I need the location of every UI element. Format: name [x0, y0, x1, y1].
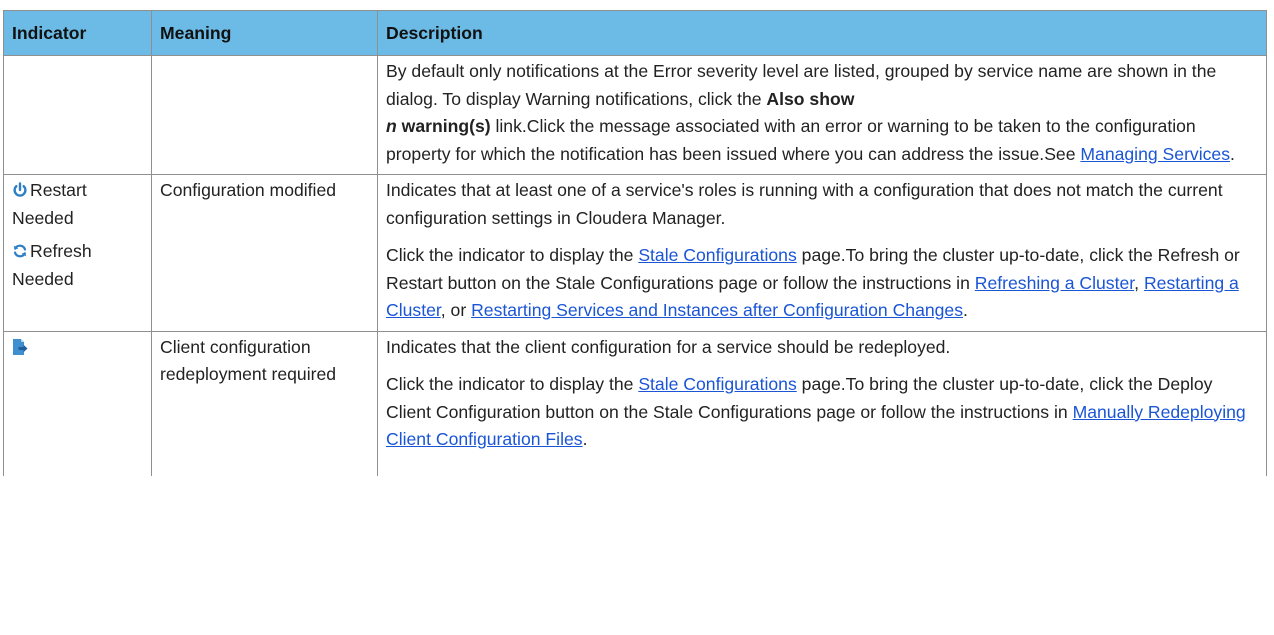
row2-p2-sep1: , [1134, 272, 1144, 293]
table-header-row: Indicator Meaning Description [3, 10, 1267, 56]
row3-indicator-cell [3, 330, 152, 476]
header-indicator: Indicator [3, 10, 152, 56]
row1-description: By default only notifications at the Err… [386, 58, 1258, 168]
row3-description-p1: Indicates that the client configuration … [386, 336, 951, 357]
table-row: Restart Needed Refresh Needed Configurat… [3, 174, 1267, 332]
row3-description-p2: Click the indicator to display the Stale… [386, 371, 1258, 454]
row3-meaning-cell: Client configuration redeployment requir… [151, 330, 378, 476]
table-row: By default only notifications at the Err… [3, 55, 1267, 175]
refresh-needed-indicator[interactable]: Refresh Needed [12, 238, 143, 293]
restarting-services-link[interactable]: Restarting Services and Instances after … [471, 300, 963, 320]
row1-indicator-cell [3, 55, 152, 175]
client-config-deploy-icon[interactable] [12, 338, 28, 356]
row2-description-cell: Indicates that at least one of a service… [377, 174, 1267, 332]
indicator-table: Indicator Meaning Description By default… [3, 10, 1267, 476]
row3-p2-end: . [582, 429, 588, 449]
row2-p2-end: . [963, 300, 968, 320]
row3-description-cell: Indicates that the client configuration … [377, 330, 1267, 476]
stale-configurations-link[interactable]: Stale Configurations [638, 245, 796, 265]
stale-configurations-link[interactable]: Stale Configurations [638, 374, 796, 394]
row3-p2-text: Click the indicator to display the [386, 374, 639, 394]
row1-description-cell: By default only notifications at the Err… [377, 55, 1267, 175]
row1-desc-text-2: link.Click the message associated with a… [386, 116, 1196, 164]
header-description: Description [377, 10, 1267, 56]
refreshing-cluster-link[interactable]: Refreshing a Cluster [975, 273, 1134, 293]
row1-meaning-cell [151, 55, 378, 175]
refresh-icon [12, 243, 28, 259]
warnings-text: warning(s) [396, 116, 491, 136]
restart-needed-indicator[interactable]: Restart Needed [12, 177, 143, 232]
also-show-text: Also show [766, 88, 855, 109]
managing-services-link[interactable]: Managing Services [1080, 144, 1230, 164]
row2-p2-sep2: , or [440, 300, 472, 320]
row1-desc-end: . [1230, 143, 1235, 164]
power-icon [12, 182, 28, 198]
header-meaning: Meaning [151, 10, 378, 56]
page: Indicator Meaning Description By default… [0, 0, 1267, 635]
table-row: Client configuration redeployment requir… [3, 330, 1267, 476]
row2-p2-text: Click the indicator to display the [386, 245, 639, 265]
row2-meaning-cell: Configuration modified [151, 174, 378, 332]
row2-description-p2: Click the indicator to display the Stale… [386, 242, 1258, 325]
n-variable: n [386, 116, 397, 136]
row2-indicator-cell: Restart Needed Refresh Needed [3, 174, 152, 332]
row2-description-p1: Indicates that at least one of a service… [386, 180, 1223, 228]
